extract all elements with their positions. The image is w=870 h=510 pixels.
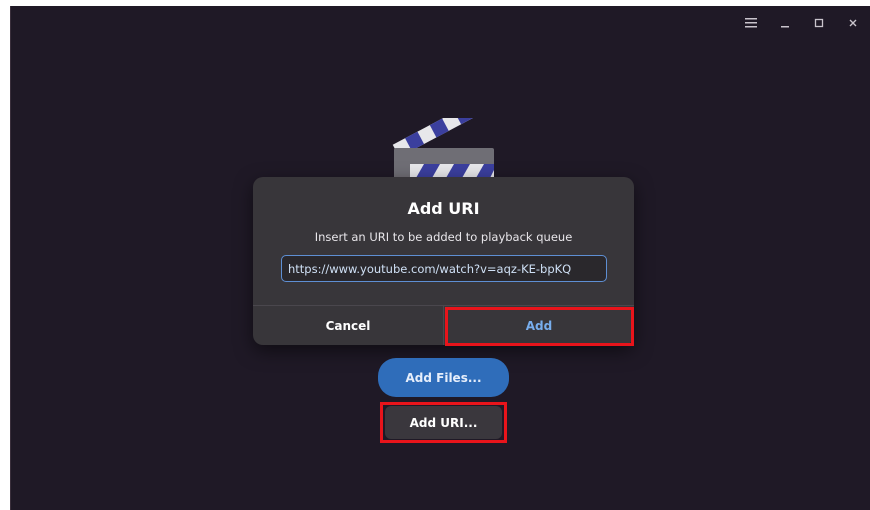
add-files-button[interactable]: Add Files...	[378, 358, 509, 397]
add-button[interactable]: Add	[444, 306, 634, 345]
cancel-button[interactable]: Cancel	[253, 306, 443, 345]
add-uri-dialog: Add URI Insert an URI to be added to pla…	[253, 177, 634, 345]
dialog-subtitle: Insert an URI to be added to playback qu…	[314, 230, 573, 244]
maximize-icon[interactable]	[802, 6, 836, 40]
hamburger-menu-icon[interactable]	[734, 6, 768, 40]
add-uri-button[interactable]: Add URI...	[385, 406, 502, 439]
titlebar-controls	[734, 6, 870, 40]
uri-input[interactable]	[281, 255, 607, 282]
close-icon[interactable]	[836, 6, 870, 40]
minimize-icon[interactable]	[768, 6, 802, 40]
dialog-title: Add URI	[407, 199, 480, 218]
